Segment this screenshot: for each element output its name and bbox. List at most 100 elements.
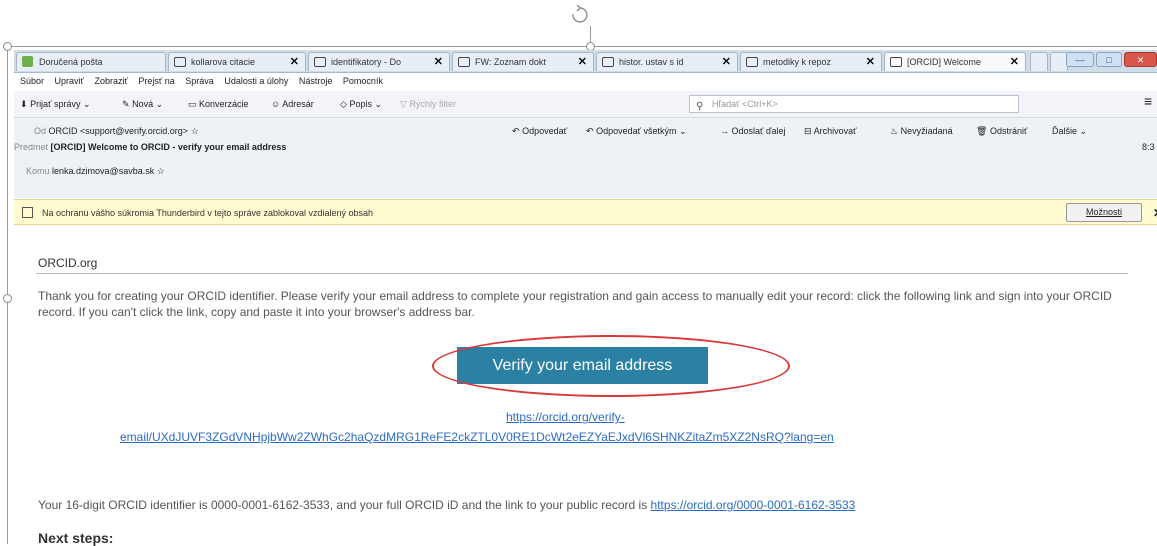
verify-link-part2[interactable]: email/UXdJUVF3ZGdVNHpjbWw2ZWhGc2haQzdMRG…: [120, 430, 834, 444]
close-icon[interactable]: ✕: [1153, 200, 1157, 226]
chat-icon: ▭: [188, 99, 197, 109]
message-time: 8:3: [1142, 142, 1155, 152]
main-toolbar: ⬇ Prijať správy ⌄ ✎ Nová ⌄ ▭ Konverzácie…: [14, 91, 1157, 118]
subject-label: Predmet: [14, 142, 49, 152]
tab-label: kollarova citacie: [191, 57, 256, 67]
quick-filter-button[interactable]: ▽ Rýchly filter: [400, 97, 456, 111]
search-placeholder: Hľadať <Ctrl+K>: [712, 99, 778, 109]
new-label: Nová: [132, 99, 154, 109]
filter-icon: ▽: [400, 99, 407, 109]
chevron-down-icon: ⌄: [374, 99, 383, 109]
tab-strip: Doručená pošta kollarova citacie ✕ ident…: [14, 50, 1157, 73]
more-label: Ďalšie: [1052, 126, 1078, 136]
get-messages-label: Prijať správy: [30, 99, 81, 109]
archive-button[interactable]: ⊟ Archivovať: [804, 123, 856, 139]
reply-button[interactable]: ↶ Odpovedať: [512, 123, 567, 139]
forward-label: Odoslať ďalej: [731, 126, 786, 136]
conversations-button[interactable]: ▭ Konverzácie: [188, 97, 249, 111]
verify-link-part1[interactable]: https://orcid.org/verify-: [506, 410, 625, 424]
menu-go[interactable]: Prejsť na: [138, 76, 174, 86]
subject-row: Predmet [ORCID] Welcome to ORCID - verif…: [14, 140, 286, 154]
mail-icon: [746, 57, 758, 67]
menu-file[interactable]: Súbor: [20, 76, 44, 86]
tab-label: [ORCID] Welcome: [907, 57, 981, 67]
tags-button[interactable]: ◇ Popis ⌄: [340, 97, 382, 111]
search-input[interactable]: ⚲ Hľadať <Ctrl+K>: [689, 95, 1019, 113]
star-icon[interactable]: ☆: [191, 126, 199, 136]
menu-help[interactable]: Pomocník: [343, 76, 383, 86]
picture-frame-top: [7, 46, 1157, 47]
mail-icon: [890, 57, 902, 67]
tab-label: histor. ustav s id: [619, 57, 684, 67]
chevron-down-icon[interactable]: ⌄: [679, 126, 687, 136]
reply-all-button[interactable]: ↶ Odpovedať všetkým ⌄: [586, 123, 687, 139]
chevron-down-icon[interactable]: ⌄: [156, 99, 164, 109]
minimize-button[interactable]: —: [1066, 52, 1094, 67]
delete-button[interactable]: 🗑 Odstrániť: [976, 123, 1027, 139]
tab-close-icon[interactable]: ✕: [434, 53, 443, 71]
tab-close-icon[interactable]: ✕: [866, 53, 875, 71]
notification-text: Na ochranu vášho súkromia Thunderbird v …: [42, 208, 374, 218]
address-book-button[interactable]: ☺ Adresár: [271, 97, 314, 111]
menu-message[interactable]: Správa: [185, 76, 214, 86]
mail-icon: [602, 57, 614, 67]
forward-button[interactable]: → Odoslať ďalej: [720, 123, 785, 139]
menu-edit[interactable]: Upraviť: [55, 76, 84, 86]
tab-close-icon[interactable]: ✕: [722, 53, 731, 71]
tab-orcid-active[interactable]: [ORCID] Welcome ✕: [884, 52, 1026, 71]
menu-view[interactable]: Zobraziť: [94, 76, 127, 86]
get-messages-button[interactable]: ⬇ Prijať správy ⌄: [20, 97, 91, 111]
tab-message[interactable]: FW: Zoznam dokt ✕: [452, 52, 594, 71]
app-menu-icon[interactable]: ≡: [1144, 94, 1152, 108]
more-button[interactable]: Ďalšie ⌄: [1052, 123, 1087, 139]
orcid-id-text: Your 16-digit ORCID identifier is 0000-0…: [38, 498, 651, 512]
archive-label: Archivovať: [813, 126, 857, 136]
search-icon: ⚲: [696, 101, 704, 112]
menu-events[interactable]: Udalosti a úlohy: [224, 76, 288, 86]
tab-close-icon[interactable]: ✕: [578, 53, 587, 71]
tab-close-icon[interactable]: ✕: [290, 53, 299, 71]
flame-icon: ♨: [890, 126, 899, 136]
tab-message[interactable]: kollarova citacie ✕: [168, 52, 306, 71]
reply-icon: ↶: [512, 126, 520, 136]
junk-button[interactable]: ♨ Nevyžiadaná: [890, 123, 953, 139]
chevron-down-icon[interactable]: ⌄: [83, 99, 91, 109]
tab-message[interactable]: identifikatory - Do ✕: [308, 52, 450, 71]
from-row: Od ORCID <support@verify.orcid.org> ☆: [34, 124, 199, 138]
to-row: Komu lenka.dzimova@savba.sk ☆: [26, 164, 165, 178]
delete-label: Odstrániť: [989, 126, 1028, 136]
resize-handle-top-left[interactable]: [3, 42, 12, 51]
close-window-button[interactable]: ✕: [1124, 52, 1157, 67]
to-label: Komu: [26, 166, 50, 176]
conversations-label: Konverzácie: [199, 99, 249, 109]
tab-message[interactable]: metodiky k repoz ✕: [740, 52, 882, 71]
public-record-link[interactable]: https://orcid.org/0000-0001-6162-3533: [651, 498, 856, 512]
menu-bar: Súbor Upraviť Zobraziť Prejsť na Správa …: [14, 73, 1157, 90]
orcid-id-paragraph: Your 16-digit ORCID identifier is 0000-0…: [38, 498, 855, 512]
address-book-label: Adresár: [282, 99, 314, 109]
remote-content-notification: Na ochranu vášho súkromia Thunderbird v …: [14, 199, 1157, 225]
star-icon[interactable]: ☆: [157, 166, 165, 176]
tab-close-icon[interactable]: ✕: [1010, 53, 1019, 71]
orcid-brand: ORCID.org: [38, 256, 98, 270]
subject-value: [ORCID] Welcome to ORCID - verify your e…: [50, 142, 287, 152]
new-button[interactable]: ✎ Nová ⌄: [122, 97, 163, 111]
junk-label: Nevyžiadaná: [900, 126, 953, 136]
reply-all-label: Odpovedať všetkým: [596, 126, 677, 136]
tab-message[interactable]: histor. ustav s id ✕: [596, 52, 738, 71]
resize-handle-left-middle[interactable]: [3, 294, 12, 303]
tab-label: FW: Zoznam dokt: [475, 57, 546, 67]
trash-icon: 🗑: [976, 126, 988, 136]
intro-paragraph: Thank you for creating your ORCID identi…: [38, 289, 1112, 319]
menu-tools[interactable]: Nástroje: [299, 76, 333, 86]
mail-icon: [314, 57, 326, 67]
from-value[interactable]: ORCID <support@verify.orcid.org>: [49, 126, 189, 136]
options-button[interactable]: Možnosti: [1066, 203, 1142, 222]
to-value[interactable]: lenka.dzimova@savba.sk: [52, 166, 154, 176]
tags-label: Popis: [349, 99, 372, 109]
rotate-handle-icon[interactable]: [568, 4, 590, 26]
tab-list-icon[interactable]: [1030, 52, 1048, 71]
maximize-button[interactable]: □: [1096, 52, 1122, 67]
pencil-icon: ✎: [122, 99, 130, 109]
tab-inbox[interactable]: Doručená pošta: [16, 52, 166, 71]
